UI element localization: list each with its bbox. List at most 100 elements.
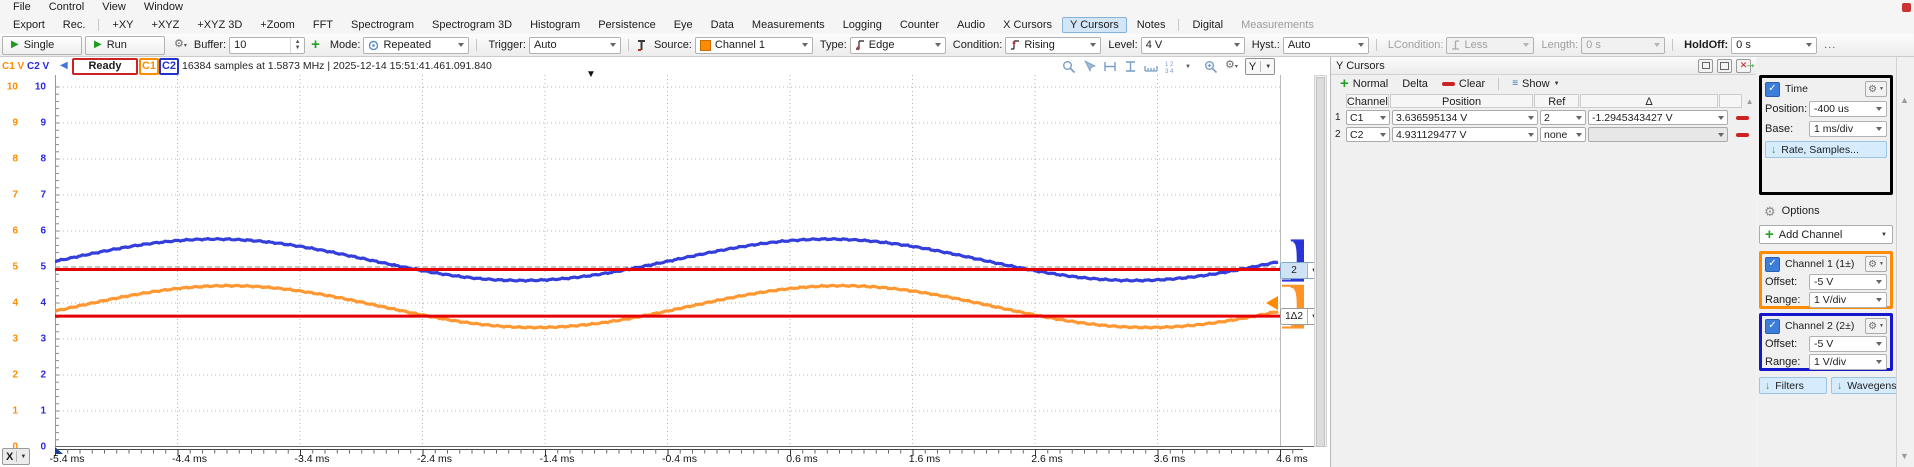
condition-select[interactable]: Rising — [1005, 37, 1101, 54]
chevron-down-icon — [1576, 116, 1582, 120]
add-normal-cursor-button[interactable]: +Normal — [1335, 76, 1393, 92]
cursor-channel-select[interactable]: C2 — [1346, 127, 1390, 142]
cursor-channel-select[interactable]: C1 — [1346, 110, 1390, 125]
channel-1-range-select[interactable]: 1 V/div — [1809, 292, 1887, 308]
expand-right-icon[interactable]: → — [1744, 56, 1757, 71]
tab-notes[interactable]: Notes — [1129, 17, 1174, 33]
tab-xy[interactable]: +XY — [104, 17, 141, 33]
tab-data[interactable]: Data — [703, 17, 742, 33]
gear-icon[interactable]: ⚙▾ — [174, 39, 187, 52]
hysteresis-select[interactable]: Auto — [1283, 37, 1369, 54]
channel-1-offset-value: -5 V — [1814, 276, 1872, 288]
zoom-icon[interactable] — [1062, 60, 1076, 74]
single-button[interactable]: ▶Single — [2, 36, 82, 55]
table-scroll-up-icon[interactable]: ▲ — [1743, 97, 1756, 106]
show-menu-button[interactable]: ≡Show▼ — [1507, 77, 1564, 91]
channel-1-checkbox[interactable]: ✓ — [1765, 257, 1780, 272]
rate-samples-button[interactable]: ↓Rate, Samples... — [1765, 141, 1887, 158]
channel-2-gear-icon[interactable]: ⚙▼ — [1865, 318, 1887, 334]
tab-spectrogram[interactable]: Spectrogram — [343, 17, 422, 33]
trigger-label: Trigger: — [488, 39, 526, 51]
tab-digital[interactable]: Digital — [1184, 17, 1231, 33]
time-checkbox[interactable]: ✓ — [1765, 82, 1780, 97]
tab-xyz-3d[interactable]: +XYZ 3D — [189, 17, 250, 33]
trigger-level-icon[interactable] — [1266, 296, 1278, 310]
holdoff-select[interactable]: 0 s — [1731, 37, 1817, 54]
scroll-up-icon[interactable]: ▲ — [1900, 95, 1909, 105]
time-gear-icon[interactable]: ⚙▼ — [1865, 81, 1887, 97]
tab-counter[interactable]: Counter — [892, 17, 947, 33]
options-button[interactable]: ⚙Options — [1764, 205, 1820, 217]
zoom-in-icon[interactable] — [1204, 60, 1218, 74]
menu-control[interactable]: Control — [40, 0, 93, 15]
tab-y-cursors[interactable]: Y Cursors — [1062, 17, 1127, 33]
vertical-measure-icon[interactable] — [1124, 60, 1137, 73]
type-select[interactable]: Edge — [850, 37, 946, 54]
horizontal-measure-icon[interactable] — [1103, 60, 1117, 73]
channel-2-range-select[interactable]: 1 V/div — [1809, 354, 1887, 370]
x-axis-button[interactable]: X▼ — [2, 448, 30, 465]
c1-badge[interactable]: C1 — [139, 58, 159, 75]
channel-1-gear-icon[interactable]: ⚙▼ — [1865, 256, 1887, 272]
filters-button[interactable]: ↓Filters — [1759, 377, 1827, 394]
tab-eye[interactable]: Eye — [666, 17, 701, 33]
menu-window[interactable]: Window — [135, 0, 192, 15]
tab-spectrogram-3d[interactable]: Spectrogram 3D — [424, 17, 520, 33]
clear-cursors-button[interactable]: Clear — [1437, 77, 1490, 91]
source-select[interactable]: Channel 1 — [695, 37, 813, 54]
plot-settings-gear-icon[interactable]: ⚙▾ — [1225, 60, 1238, 73]
mode-select[interactable]: Repeated — [363, 37, 469, 54]
remove-cursor-button[interactable] — [1730, 116, 1754, 120]
scroll-down-icon[interactable]: ▼ — [1900, 451, 1909, 461]
stepper-arrows-icon[interactable]: ▲▼ — [290, 38, 304, 53]
plot-vertical-scrollbar[interactable] — [1314, 75, 1327, 447]
toolbar-more-button[interactable]: ... — [1824, 39, 1836, 51]
y-axis-mode-button[interactable]: Y▼ — [1245, 58, 1275, 75]
channel-order-icon[interactable]: 1 23 4 — [1165, 60, 1178, 73]
cursor-delta-select[interactable]: -1.2945343427 V — [1588, 110, 1728, 125]
tab-rec[interactable]: Rec. — [55, 17, 94, 33]
time-position-select[interactable]: -400 us — [1809, 101, 1887, 117]
buffer-stepper[interactable]: 10▲▼ — [229, 37, 305, 54]
remove-cursor-button[interactable] — [1730, 133, 1754, 137]
channel-1-offset-select[interactable]: -5 V — [1809, 274, 1887, 290]
cursor-position-select[interactable]: 4.931129477 V — [1392, 127, 1538, 142]
cursor-ref-select[interactable]: 2 — [1540, 110, 1586, 125]
tab-x-cursors[interactable]: X Cursors — [995, 17, 1060, 33]
tab-logging[interactable]: Logging — [835, 17, 890, 33]
trigger-select[interactable]: Auto — [529, 37, 621, 54]
cursor-position-select[interactable]: 3.636595134 V — [1392, 110, 1538, 125]
c2-badge[interactable]: C2 — [159, 58, 179, 75]
tab-histogram[interactable]: Histogram — [522, 17, 588, 33]
ruler-icon[interactable] — [1144, 60, 1158, 73]
add-channel-button[interactable]: +Add Channel▼ — [1759, 225, 1893, 244]
collapse-left-icon[interactable]: ◀ — [60, 60, 68, 71]
menu-file[interactable]: File — [4, 0, 40, 15]
tab-persistence[interactable]: Persistence — [590, 17, 663, 33]
tab-xyz[interactable]: +XYZ — [144, 17, 188, 33]
run-button[interactable]: ▶Run — [85, 36, 165, 55]
c2-y-tick: 7 — [30, 190, 46, 201]
tab-measurements[interactable]: Measurements — [744, 17, 833, 33]
menu-view[interactable]: View — [93, 0, 135, 15]
cursor-ref-select[interactable]: none — [1540, 127, 1586, 142]
cursor-pointer-icon[interactable] — [1083, 60, 1096, 73]
channel-2-checkbox[interactable]: ✓ — [1765, 319, 1780, 334]
tab-export[interactable]: Export — [5, 17, 53, 33]
level-select[interactable]: 4 V — [1141, 37, 1245, 54]
trigger-position-icon[interactable]: ▼ — [586, 69, 596, 80]
add-delta-cursor-button[interactable]: Delta — [1397, 77, 1433, 91]
tab-zoom[interactable]: +Zoom — [252, 17, 303, 33]
chevron-down-icon[interactable]: ▼ — [1185, 64, 1191, 70]
maximize-window-icon[interactable] — [1717, 59, 1732, 73]
channel-2-offset-select[interactable]: -5 V — [1809, 336, 1887, 352]
tab-audio[interactable]: Audio — [949, 17, 993, 33]
add-buffer-icon[interactable]: + — [311, 38, 320, 52]
time-base-select[interactable]: 1 ms/div — [1809, 121, 1887, 137]
c1-y-tick: 3 — [2, 334, 18, 345]
float-window-icon[interactable] — [1698, 59, 1713, 73]
waveform-plot[interactable] — [55, 75, 1316, 447]
tab-fft[interactable]: FFT — [305, 17, 341, 33]
sidebar-scrollbar[interactable]: ▲▼ — [1896, 57, 1914, 467]
trigger-value: Auto — [534, 39, 606, 51]
